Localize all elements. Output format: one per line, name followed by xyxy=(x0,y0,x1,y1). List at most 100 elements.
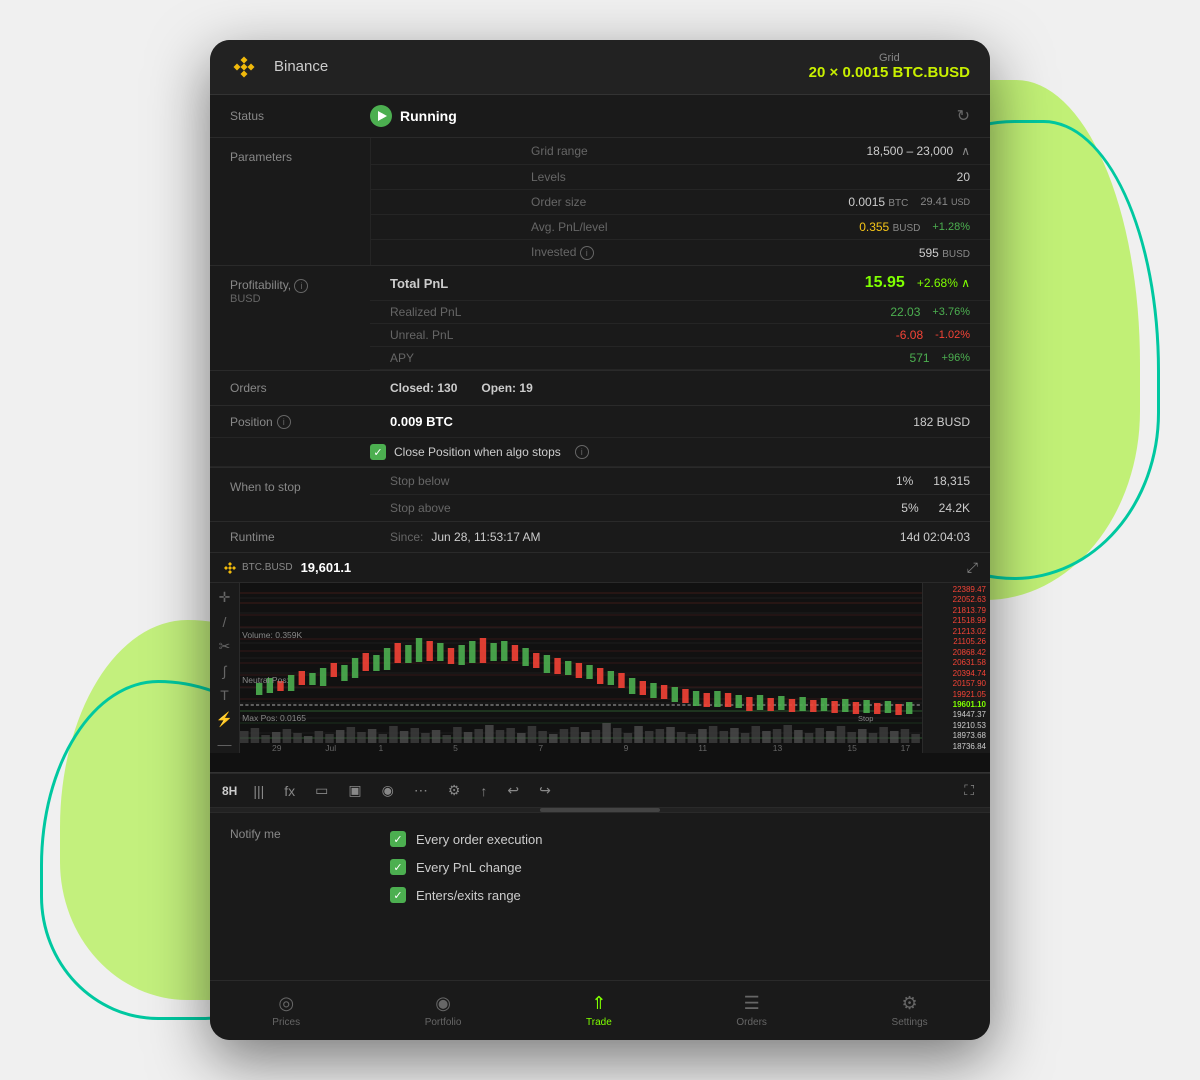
close-position-row: ✓ Close Position when algo stops i xyxy=(210,438,990,467)
parameters-content: Grid range 18,500 – 23,000 ∧ Levels 20 O… xyxy=(370,138,990,265)
notify-checkbox-2[interactable]: ✓ xyxy=(390,859,406,875)
orders-nav-icon: ☰ xyxy=(744,993,760,1014)
svg-text:Volume: 0.359K: Volume: 0.359K xyxy=(242,631,303,640)
chart-area: BTC.BUSD 19,601.1 ⤢ ✛ / ✂ ∫ T ⚡ — xyxy=(210,553,990,773)
avg-pnl-row: Avg. PnL/level 0.355 BUSD +1.28% xyxy=(371,215,990,240)
notify-checkbox-3[interactable]: ✓ xyxy=(390,887,406,903)
curve-tool-icon[interactable]: ∫ xyxy=(223,663,227,679)
info-badge-close-position[interactable]: i xyxy=(575,445,589,459)
info-badge-profitability[interactable]: i xyxy=(294,279,308,293)
stop-below-label: Stop below xyxy=(390,474,896,488)
order-size-usd: 29.41 USD xyxy=(920,196,970,208)
unreal-pnl-value: -6.08 xyxy=(896,328,923,342)
close-position-checkbox[interactable]: ✓ xyxy=(370,444,386,460)
stop-above-row: Stop above 5% 24.2K xyxy=(370,495,990,521)
avg-pnl-value: 0.355 BUSD xyxy=(859,220,920,234)
settings-nav-label: Settings xyxy=(892,1017,928,1028)
indicators-icon[interactable]: ||| xyxy=(249,781,268,801)
more-tools-icon[interactable]: — xyxy=(218,736,232,752)
undo-icon[interactable]: ↩ xyxy=(503,780,523,801)
realized-pnl-value: 22.03 xyxy=(890,305,920,319)
scissors-icon[interactable]: ✂ xyxy=(219,638,231,655)
svg-text:1: 1 xyxy=(379,744,384,753)
realized-pnl-label: Realized PnL xyxy=(390,305,890,319)
runtime-section: Runtime Since: Jun 28, 11:53:17 AM 14d 0… xyxy=(210,522,990,553)
profitability-section: Profitability, i BUSD Total PnL 15.95 +2… xyxy=(210,266,990,371)
nav-prices[interactable]: ◎ Prices xyxy=(256,989,316,1032)
nav-orders[interactable]: ☰ Orders xyxy=(720,989,783,1032)
notify-layout: Notify me ✓ Every order execution ✓ Ever… xyxy=(230,825,970,909)
parameters-section: Parameters Grid range 18,500 – 23,000 ∧ … xyxy=(210,138,990,266)
price-level-current: 19601.10 xyxy=(927,700,986,709)
line-tool-icon[interactable]: / xyxy=(223,614,227,630)
svg-text:13: 13 xyxy=(773,744,783,753)
info-badge-position[interactable]: i xyxy=(277,415,291,429)
price-level-4: 21518.99 xyxy=(927,616,986,625)
text-tool-icon[interactable]: T xyxy=(220,687,229,703)
prices-label: Prices xyxy=(272,1017,300,1028)
stop-above-pct: 5% xyxy=(901,501,918,515)
info-badge-invested[interactable]: i xyxy=(580,246,594,260)
notify-items-col: ✓ Every order execution ✓ Every PnL chan… xyxy=(390,825,970,909)
fullscreen-icon[interactable]: ⛶ xyxy=(960,780,978,801)
measure-tool-icon[interactable]: ⚡ xyxy=(216,711,233,728)
alerts-icon[interactable]: ◉ xyxy=(378,780,398,801)
chart-price: 19,601.1 xyxy=(301,560,352,575)
scrollbar-track xyxy=(210,808,990,812)
position-section: Position i 0.009 BTC 182 BUSD ✓ Close Po… xyxy=(210,406,990,468)
templates-icon[interactable]: ▭ xyxy=(311,780,332,801)
notify-item-3: ✓ Enters/exits range xyxy=(390,881,970,909)
notify-checkbox-1[interactable]: ✓ xyxy=(390,831,406,847)
price-chart-svg: Volume: 0.359K Neutral Pos: Max Pos: 0.0… xyxy=(240,583,922,753)
refresh-icon[interactable]: ↻ xyxy=(957,106,970,126)
invested-label: Invested i xyxy=(531,245,919,260)
timeframe-selector[interactable]: 8H xyxy=(222,784,237,798)
redo-icon[interactable]: ↪ xyxy=(535,780,555,801)
layers-icon[interactable]: ⋯ xyxy=(410,780,432,801)
status-label: Status xyxy=(230,109,370,123)
when-to-stop-label: When to stop xyxy=(210,468,370,521)
stop-above-value: 24.2K xyxy=(939,501,970,515)
price-level-15: 18736.84 xyxy=(927,742,986,751)
price-level-1: 22389.47 xyxy=(927,585,986,594)
main-content[interactable]: Status Running ↻ Parameters Grid range 1… xyxy=(210,95,990,980)
notify-text-3: Enters/exits range xyxy=(416,888,521,903)
total-pnl-label: Total PnL xyxy=(390,276,865,291)
levels-label: Levels xyxy=(531,170,957,184)
checkmark-icon-3: ✓ xyxy=(393,889,402,902)
profitability-label: Profitability, i xyxy=(230,278,350,293)
notify-item-2: ✓ Every PnL change xyxy=(390,853,970,881)
total-pnl-value: 15.95 xyxy=(865,274,905,292)
price-level-3: 21813.79 xyxy=(927,606,986,615)
since-label: Since: xyxy=(390,530,423,544)
price-level-8: 20631.58 xyxy=(927,658,986,667)
unreal-pnl-label: Unreal. PnL xyxy=(390,328,896,342)
settings-chart-icon[interactable]: ⚙ xyxy=(444,780,465,801)
nav-portfolio[interactable]: ◉ Portfolio xyxy=(409,989,478,1032)
price-level-7: 20868.42 xyxy=(927,648,986,657)
price-level-10: 20157.90 xyxy=(927,679,986,688)
snapshot-icon[interactable]: ↑ xyxy=(476,781,491,801)
notify-label-col: Notify me xyxy=(230,825,390,909)
chart-expand-icon[interactable]: ⤢ xyxy=(967,559,978,576)
notify-text-2: Every PnL change xyxy=(416,860,522,875)
grid-label: Grid xyxy=(809,52,970,64)
binance-logo-icon xyxy=(230,53,258,81)
stop-above-label: Stop above xyxy=(390,501,901,515)
nav-trade[interactable]: ⇑ Trade xyxy=(570,989,628,1032)
fx-icon[interactable]: fx xyxy=(280,781,299,801)
checkmark-icon-1: ✓ xyxy=(393,833,402,846)
crosshair-icon[interactable]: ✛ xyxy=(219,589,231,606)
notify-section: Notify me ✓ Every order execution ✓ Ever… xyxy=(210,812,990,921)
nav-settings[interactable]: ⚙ Settings xyxy=(876,989,944,1032)
closed-orders: Closed: 130 xyxy=(390,381,457,395)
orders-section: Orders Closed: 130 Open: 19 xyxy=(210,371,990,406)
replay-icon[interactable]: ▣ xyxy=(344,780,365,801)
bottom-navigation: ◎ Prices ◉ Portfolio ⇑ Trade ☰ Orders ⚙ … xyxy=(210,980,990,1040)
notify-label: Notify me xyxy=(230,827,281,841)
scrollbar-thumb[interactable] xyxy=(540,808,660,812)
svg-text:Neutral Pos:: Neutral Pos: xyxy=(242,676,289,685)
play-triangle xyxy=(378,111,387,121)
total-pnl-pct: +2.68% ∧ xyxy=(917,276,970,290)
orders-values: Closed: 130 Open: 19 xyxy=(390,381,970,395)
